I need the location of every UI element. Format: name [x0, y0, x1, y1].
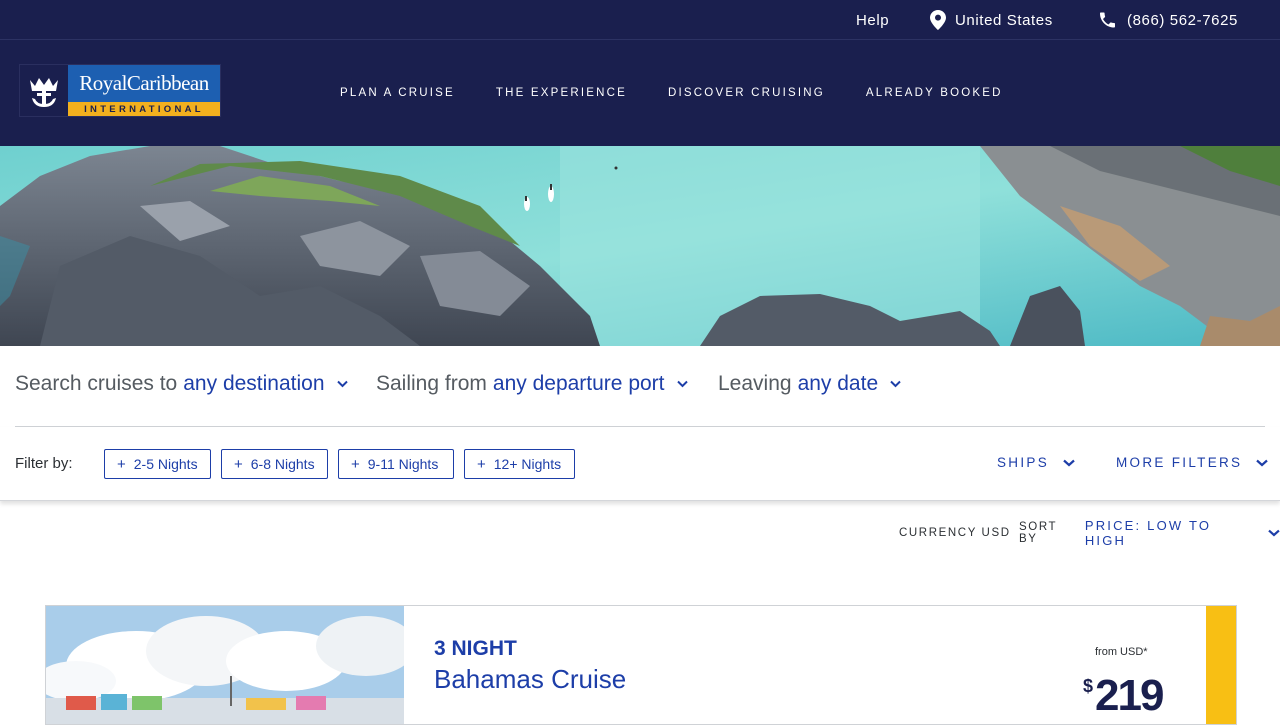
cruise-nights: 3 NIGHT [434, 637, 517, 660]
cruise-result-card[interactable]: 3 NIGHT Bahamas Cruise from USD* $ 219 [45, 605, 1237, 725]
help-link[interactable]: Help [856, 0, 889, 40]
nav-the-experience[interactable]: THE EXPERIENCE [496, 87, 627, 99]
location-pin-icon [930, 10, 946, 30]
chip-label: 2-5 Nights [133, 456, 198, 472]
phone-icon [1100, 12, 1115, 28]
filter-chip-2-5-nights[interactable]: + 2-5 Nights [104, 449, 211, 479]
chevron-down-icon [1256, 459, 1269, 466]
more-filters-dropdown[interactable]: MORE FILTERS [1116, 455, 1269, 470]
hero-image [0, 146, 1280, 346]
plus-icon: + [117, 455, 126, 473]
sort-label: SORT BY [1019, 521, 1057, 545]
country-selector[interactable]: United States [930, 0, 1053, 40]
chevron-down-icon [890, 380, 901, 388]
port-value[interactable]: any departure port [493, 372, 665, 396]
nav-plan-a-cruise[interactable]: PLAN A CRUISE [340, 87, 455, 99]
chip-label: 9-11 Nights [367, 456, 439, 472]
brand-logo[interactable]: RoyalCaribbean INTERNATIONAL [20, 65, 220, 116]
nav-discover-cruising[interactable]: DISCOVER CRUISING [668, 87, 825, 99]
price-amount: 219 [1095, 671, 1164, 720]
chip-label: 6-8 Nights [250, 456, 315, 472]
plus-icon: + [351, 455, 360, 473]
phone-number: (866) 562-7625 [1127, 11, 1238, 29]
chevron-down-icon [676, 380, 688, 388]
nav-already-booked[interactable]: ALREADY BOOKED [866, 87, 1003, 99]
date-selector[interactable]: Leaving any date [718, 372, 901, 396]
more-filters-label: MORE FILTERS [1116, 455, 1243, 470]
filter-chip-12-plus-nights[interactable]: + 12+ Nights [464, 449, 575, 479]
chevron-down-icon [1063, 459, 1075, 466]
destination-value[interactable]: any destination [183, 372, 324, 396]
filter-chip-9-11-nights[interactable]: + 9-11 Nights [338, 449, 454, 479]
country-label: United States [955, 11, 1053, 29]
brand-wordmark: RoyalCaribbean [68, 65, 220, 102]
date-prefix: Leaving [718, 372, 792, 395]
chevron-down-icon [1268, 529, 1280, 537]
ships-label: SHIPS [997, 455, 1050, 470]
filter-label: Filter by: [15, 455, 73, 472]
sort-value: PRICE: LOW TO HIGH [1084, 518, 1212, 548]
chip-label: 12+ Nights [493, 456, 562, 472]
crown-anchor-icon [20, 65, 68, 116]
brand-tagline: INTERNATIONAL [68, 102, 220, 116]
filter-bar: Filter by: + 2-5 Nights + 6-8 Nights + 9… [0, 427, 1280, 501]
cruise-name[interactable]: Bahamas Cruise [434, 664, 626, 695]
currency-selector[interactable]: CURRENCY USD [899, 523, 1011, 543]
ships-dropdown[interactable]: SHIPS [997, 455, 1075, 470]
cruise-search: Search cruises to any destination Sailin… [0, 346, 1280, 426]
destination-selector[interactable]: Search cruises to any destination [15, 372, 348, 396]
filter-chip-6-8-nights[interactable]: + 6-8 Nights [221, 449, 328, 479]
plus-icon: + [234, 455, 243, 473]
utility-bar: Help United States (866) 562-7625 [0, 0, 1280, 40]
sort-selector[interactable]: SORT BY PRICE: LOW TO HIGH [1019, 518, 1280, 548]
port-prefix: Sailing from [376, 372, 487, 395]
plus-icon: + [477, 455, 486, 473]
cruise-photo [46, 606, 404, 724]
chevron-down-icon [336, 380, 348, 388]
departure-port-selector[interactable]: Sailing from any departure port [376, 372, 688, 396]
price-from-label: from USD* [1095, 646, 1148, 658]
price-currency-symbol: $ [1083, 676, 1094, 696]
date-value[interactable]: any date [798, 372, 879, 396]
main-navigation: RoyalCaribbean INTERNATIONAL PLAN A CRUI… [0, 40, 1280, 146]
destination-prefix: Search cruises to [15, 372, 178, 395]
phone-link[interactable]: (866) 562-7625 [1097, 0, 1238, 40]
card-accent-bar [1206, 606, 1236, 724]
